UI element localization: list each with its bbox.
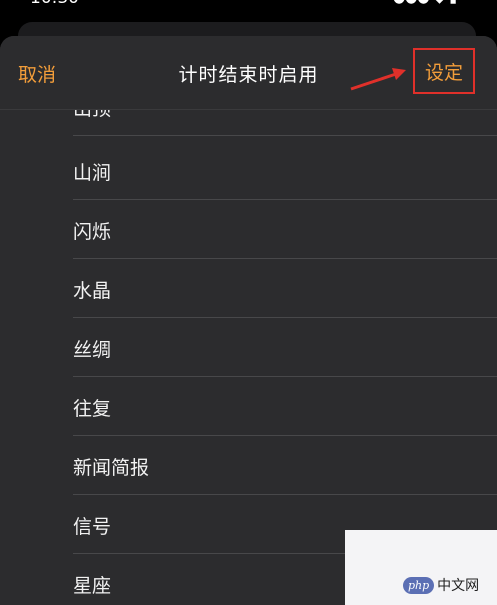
watermark-logo: php 中文网 [403,574,479,596]
watermark-badge: php [403,576,435,594]
status-time: 10:30 [30,0,79,8]
watermark: php 中文网 [345,530,497,605]
status-indicators: ●●● ◆ ▮ [393,0,457,6]
nav-bar: 取消 计时结束时启用 设定 [0,36,497,110]
list-item-label: 山涧 [73,161,112,184]
list-item-label: 水晶 [73,279,112,302]
list-item[interactable]: 往复 [73,378,497,436]
divider [73,376,497,377]
list-item[interactable]: 闪烁 [73,201,497,259]
set-button[interactable]: 设定 [413,48,475,94]
divider [73,199,497,200]
tone-picker-sheet: 取消 计时结束时启用 设定 山顶 山涧 闪烁 水晶 丝绸 往复 新闻简报 信号 [0,36,497,605]
list-item-label: 新闻简报 [73,456,150,479]
set-button-label: 设定 [424,61,463,84]
list-item-label: 闪烁 [73,220,112,243]
list-item-label: 信号 [73,515,112,538]
divider [73,317,497,318]
list-item[interactable]: 新闻简报 [73,437,497,495]
list-item-label: 往复 [73,397,112,420]
list-item[interactable]: 山涧 [73,142,497,200]
watermark-text: 中文网 [437,578,480,594]
divider [73,494,497,495]
list-item[interactable]: 水晶 [73,260,497,318]
divider [73,258,497,259]
list-item[interactable]: 丝绸 [73,319,497,377]
divider [73,435,497,436]
annotation-arrow-icon [350,68,406,91]
divider [73,135,497,136]
list-item-label: 丝绸 [73,338,112,361]
list-item-label: 星座 [73,574,112,597]
